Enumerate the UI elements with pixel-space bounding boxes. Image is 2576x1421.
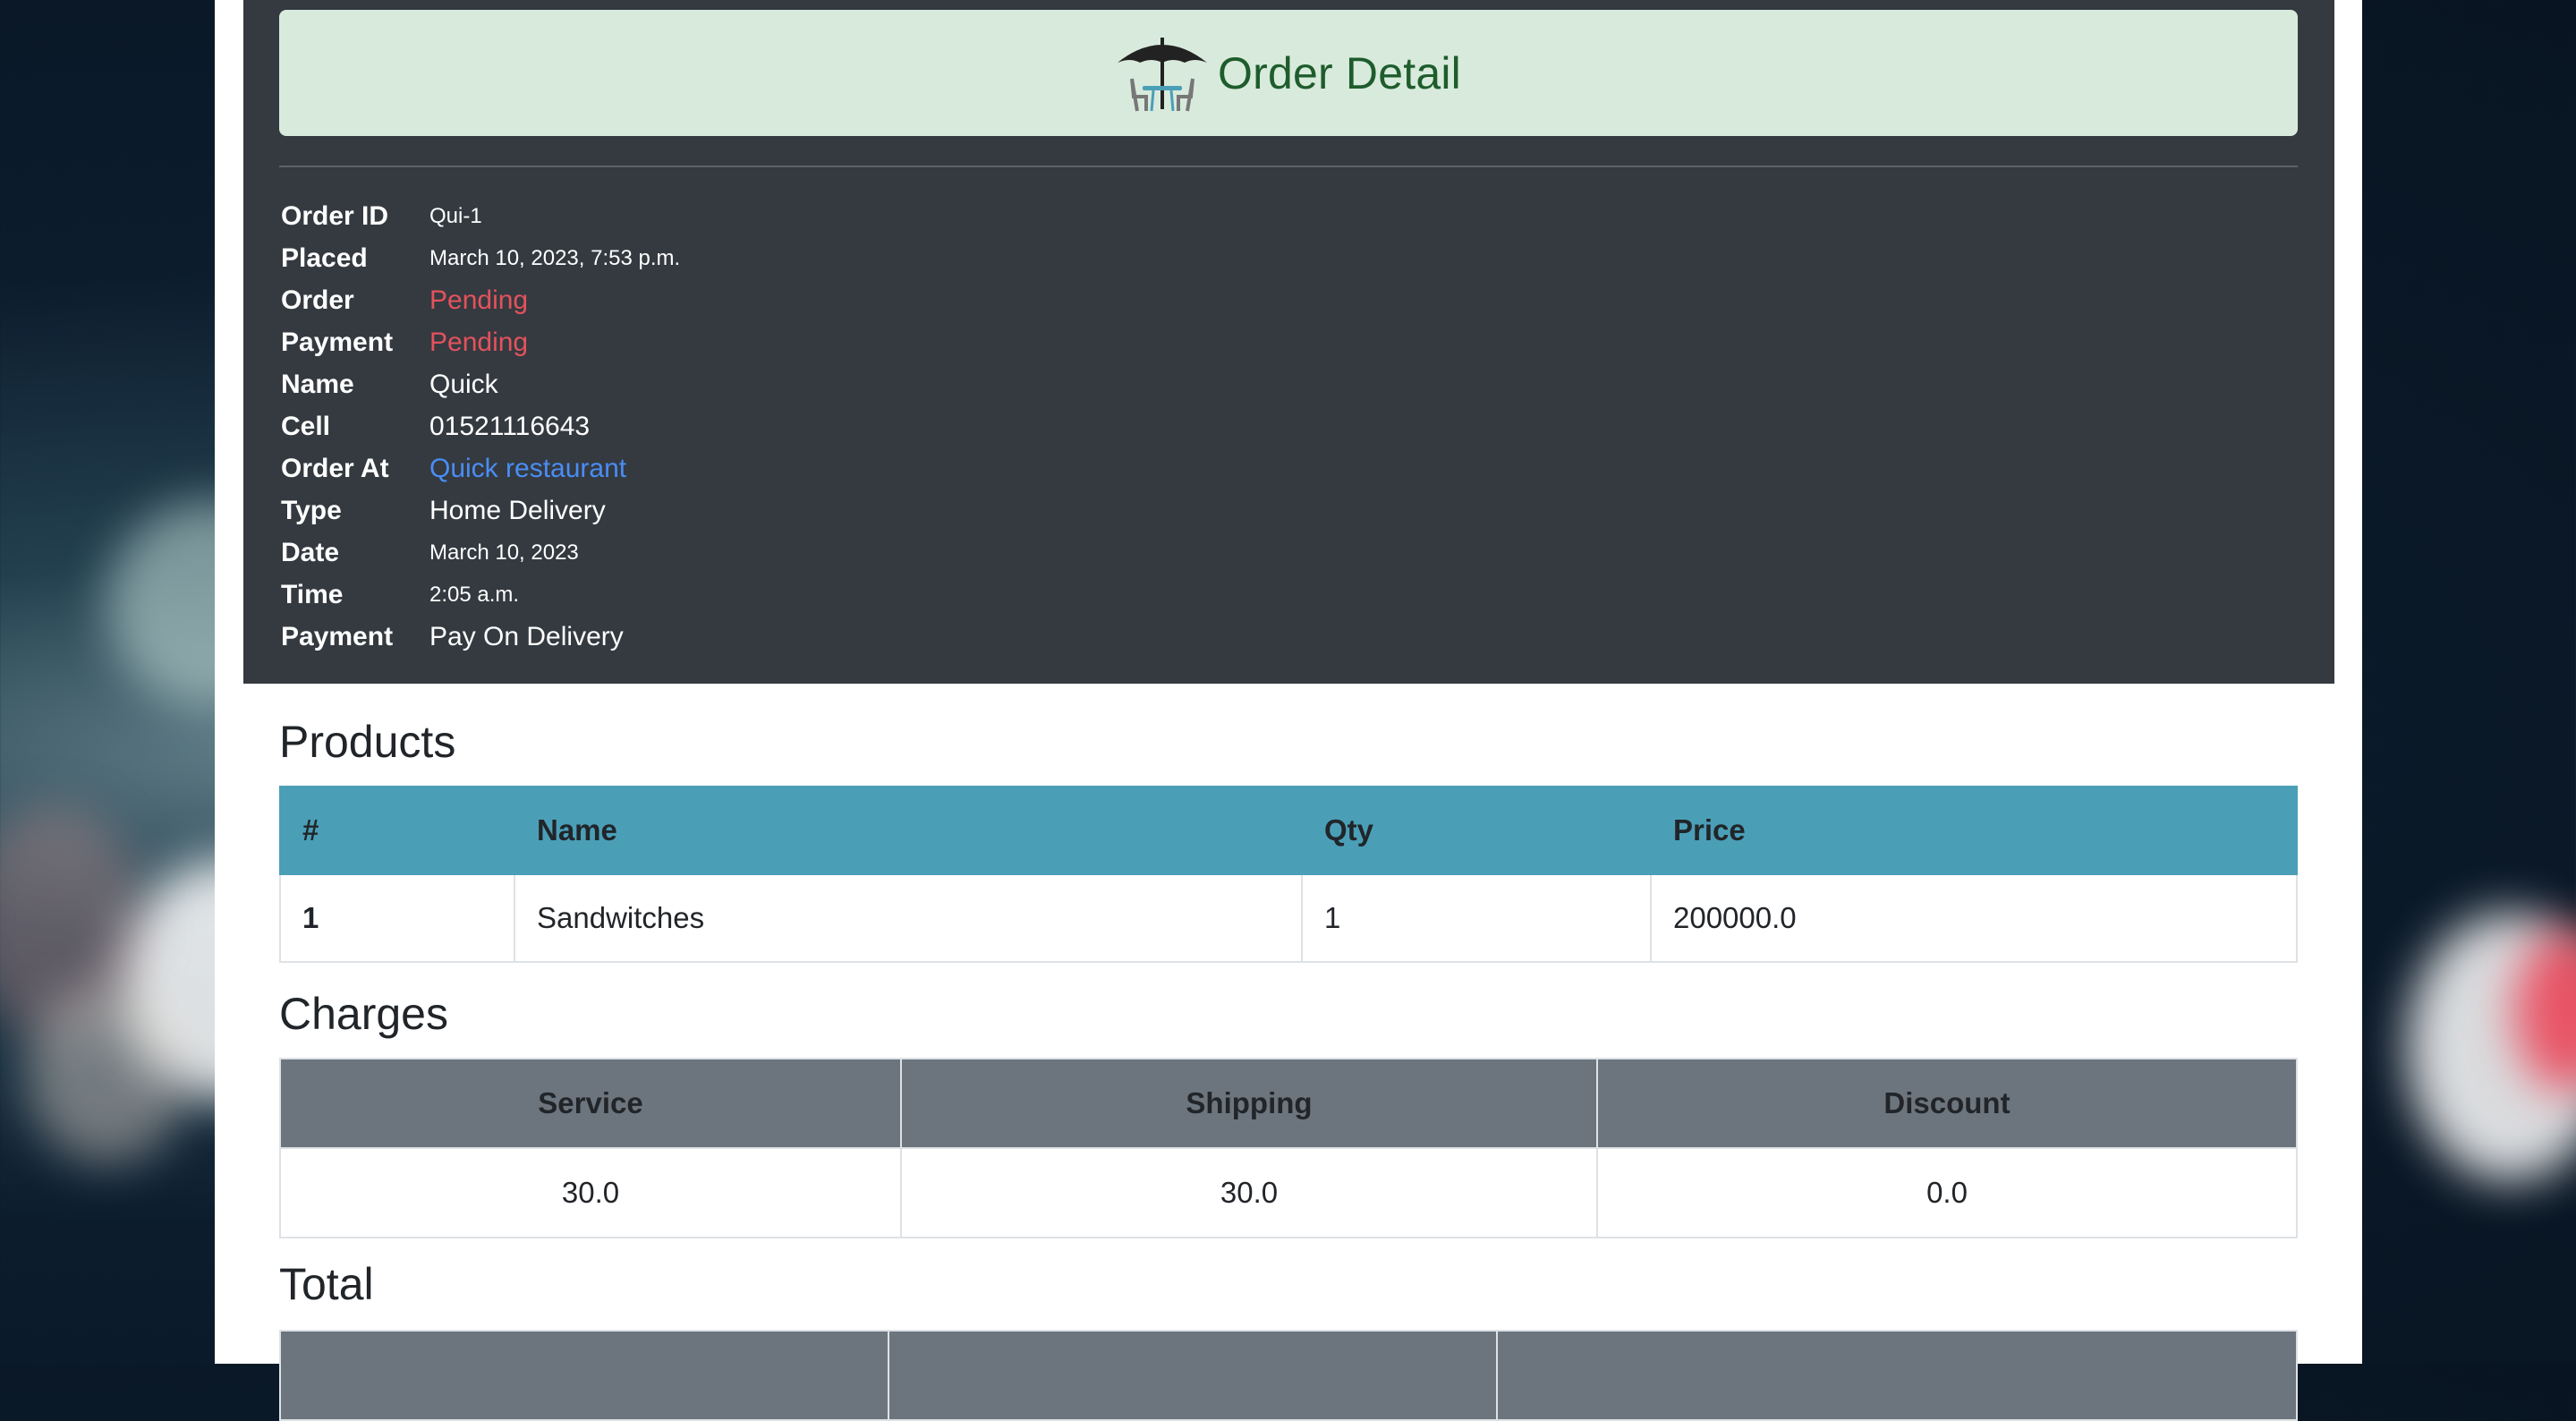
charges-table: Service Shipping Discount 30.0 30.0 0.0 xyxy=(279,1058,2298,1238)
info-label: Cell xyxy=(281,411,331,441)
info-row-placed: Placed March 10, 2023, 7:53 p.m. xyxy=(281,237,680,279)
info-label: Placed xyxy=(281,243,368,273)
column-header: Price xyxy=(1650,786,2298,875)
order-info-list: Order ID Qui-1 Placed March 10, 2023, 7:… xyxy=(281,195,680,658)
column-header: Discount xyxy=(1596,1058,2298,1149)
column-header: # xyxy=(279,786,515,875)
info-label: Order ID xyxy=(281,200,389,231)
info-label: Name xyxy=(281,369,354,399)
info-label: Order At xyxy=(281,453,389,483)
info-row-order-id: Order ID Qui-1 xyxy=(281,195,680,237)
charges-heading: Charges xyxy=(279,989,448,1039)
info-label: Payment xyxy=(281,621,394,651)
info-row-date: Date March 10, 2023 xyxy=(281,532,680,574)
table-row: 1 Sandwitches 1 200000.0 xyxy=(279,873,2298,963)
product-price: 200000.0 xyxy=(1650,873,2298,963)
info-row-payment-status: Payment Pending xyxy=(281,321,680,363)
info-row-time: Time 2:05 a.m. xyxy=(281,574,680,616)
total-table xyxy=(279,1330,2298,1421)
info-row-payment-method: Payment Pay On Delivery xyxy=(281,616,680,658)
info-label: Time xyxy=(281,579,344,609)
total-heading: Total xyxy=(279,1259,374,1309)
column-header: Shipping xyxy=(900,1058,1598,1149)
placed-value: March 10, 2023, 7:53 p.m. xyxy=(429,245,681,270)
table-header-row: # Name Qty Price xyxy=(279,786,2298,875)
product-name: Sandwitches xyxy=(514,873,1303,963)
date-value: March 10, 2023 xyxy=(429,540,579,565)
row-index: 1 xyxy=(279,873,515,963)
payment-method-value: Pay On Delivery xyxy=(429,621,624,651)
info-row-name: Name Quick xyxy=(281,363,680,405)
discount-value: 0.0 xyxy=(1596,1147,2298,1238)
time-value: 2:05 a.m. xyxy=(429,582,520,607)
customer-name-value: Quick xyxy=(429,369,498,399)
payment-status-value: Pending xyxy=(429,327,529,357)
column-header xyxy=(279,1330,889,1421)
order-status-value: Pending xyxy=(429,285,529,315)
info-label: Payment xyxy=(281,327,394,357)
service-charge: 30.0 xyxy=(279,1147,902,1238)
info-label: Date xyxy=(281,537,340,567)
products-heading: Products xyxy=(279,717,456,767)
column-header: Qty xyxy=(1301,786,1652,875)
cell-value: 01521116643 xyxy=(429,411,591,441)
table-header-row xyxy=(279,1330,2298,1421)
product-qty: 1 xyxy=(1301,873,1652,963)
divider xyxy=(279,166,2298,167)
products-table: # Name Qty Price 1 Sandwitches 1 200000.… xyxy=(279,786,2298,963)
column-header xyxy=(1496,1330,2298,1421)
page-title: Order Detail xyxy=(1218,47,1461,98)
info-row-type: Type Home Delivery xyxy=(281,489,680,532)
info-row-order-at: Order At Quick restaurant xyxy=(281,447,680,489)
info-label: Type xyxy=(281,495,342,525)
table-row: 30.0 30.0 0.0 xyxy=(279,1147,2298,1238)
column-header: Service xyxy=(279,1058,902,1149)
info-row-cell: Cell 01521116643 xyxy=(281,405,680,447)
order-type-value: Home Delivery xyxy=(429,495,606,525)
info-row-order-status: Order Pending xyxy=(281,279,680,321)
umbrella-table-icon xyxy=(1118,37,1208,111)
info-label: Order xyxy=(281,285,354,315)
column-header: Name xyxy=(514,786,1303,875)
shipping-charge: 30.0 xyxy=(900,1147,1598,1238)
order-id-value: Qui-1 xyxy=(429,203,482,228)
restaurant-link[interactable]: Quick restaurant xyxy=(429,454,626,484)
column-header xyxy=(888,1330,1498,1421)
table-header-row: Service Shipping Discount xyxy=(279,1058,2298,1149)
order-detail-header: Order Detail xyxy=(279,10,2298,136)
